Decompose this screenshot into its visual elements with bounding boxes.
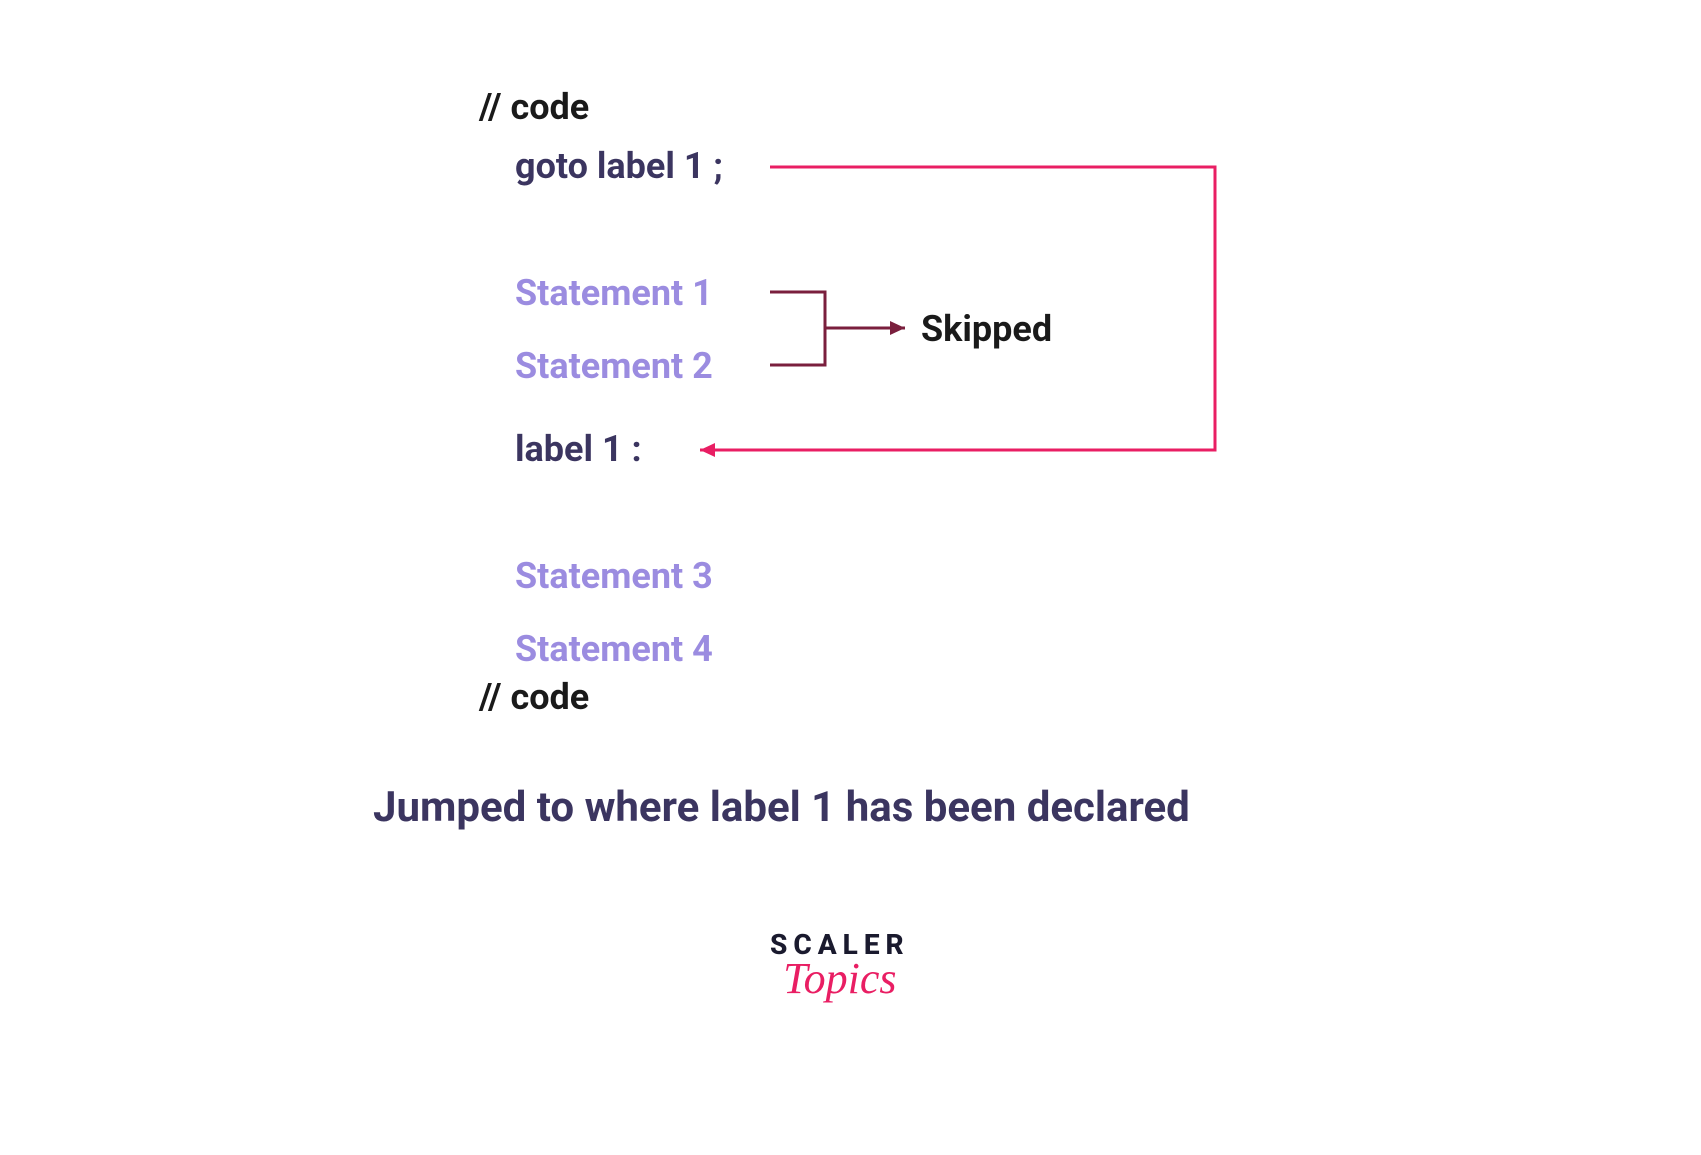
statement-3: Statement 3 <box>515 555 713 597</box>
goto-jump-arrowhead <box>700 443 715 457</box>
code-comment-top: // code <box>479 86 589 128</box>
skipped-arrowhead <box>890 321 905 335</box>
diagram-caption: Jumped to where label 1 has been declare… <box>373 783 1190 832</box>
logo-topics-text: Topics <box>770 953 910 1004</box>
label-declaration: label 1 : <box>515 428 642 470</box>
statement-2: Statement 2 <box>515 345 713 387</box>
skipped-annotation: Skipped <box>921 308 1052 350</box>
scaler-topics-logo: SCALER Topics <box>770 928 910 1004</box>
skipped-bracket <box>770 292 825 365</box>
code-comment-bottom: // code <box>479 676 589 718</box>
goto-statement: goto label 1 ; <box>515 145 723 187</box>
statement-1: Statement 1 <box>515 272 713 314</box>
statement-4: Statement 4 <box>515 628 713 670</box>
